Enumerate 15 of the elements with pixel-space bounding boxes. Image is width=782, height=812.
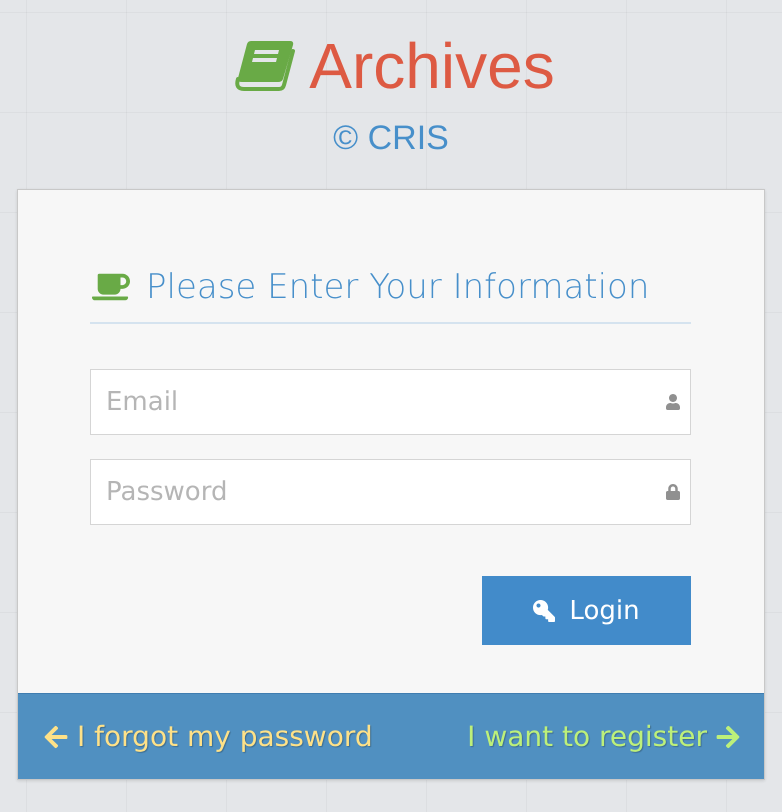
coffee-cup-icon: [92, 271, 130, 303]
form-heading: Please Enter Your Information: [146, 266, 650, 309]
login-button[interactable]: Login: [482, 576, 691, 645]
arrow-right-icon: [715, 724, 741, 750]
arrow-left-icon: [43, 724, 69, 750]
email-field[interactable]: Email: [90, 369, 691, 435]
book-icon: [233, 39, 296, 93]
lock-icon: [665, 484, 681, 500]
forgot-password-link[interactable]: I forgot my password: [43, 720, 373, 753]
register-link[interactable]: I want to register: [467, 720, 741, 753]
password-field[interactable]: Password: [90, 459, 691, 525]
user-icon: [665, 394, 681, 410]
key-icon: [533, 600, 556, 622]
copyright-text: © CRIS: [333, 118, 449, 158]
app-title: Archives: [309, 30, 555, 102]
